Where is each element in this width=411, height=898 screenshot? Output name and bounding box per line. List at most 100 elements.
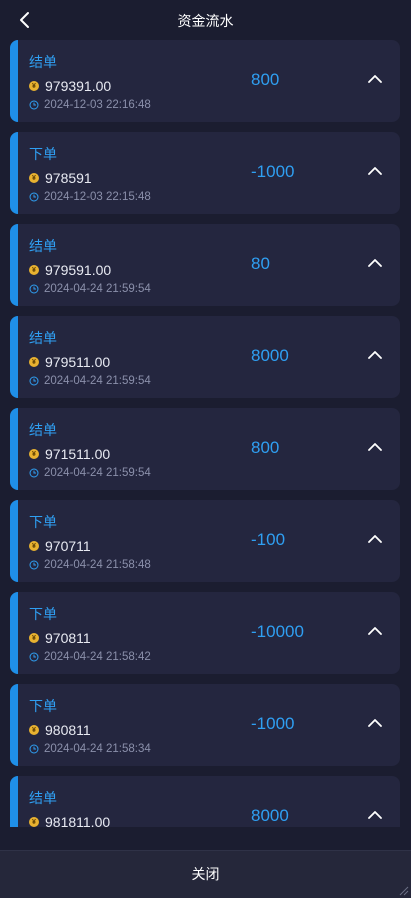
chevron-up-icon[interactable]	[365, 808, 385, 822]
resize-grip-icon[interactable]	[397, 884, 409, 896]
page-title: 资金流水	[177, 13, 234, 29]
balance-value: 978591	[45, 170, 92, 186]
chevron-up-icon[interactable]	[365, 256, 385, 270]
transaction-type: 结单	[29, 790, 57, 806]
coin-icon: ¥	[29, 81, 39, 91]
balance-value: 970711	[45, 538, 91, 554]
time-row: 2024-04-24 21:58:34	[29, 742, 151, 756]
card-accent-bar	[10, 408, 18, 490]
balance-value: 981811.00	[45, 814, 111, 827]
chevron-up-icon[interactable]	[365, 716, 385, 730]
transaction-card[interactable]: 结单 ¥ 979391.00 2024-12-03 22:16:48 800	[10, 40, 400, 122]
clock-icon	[29, 744, 39, 754]
amount-change: -1000	[251, 714, 295, 733]
chevron-up-icon[interactable]	[365, 624, 385, 638]
transaction-list[interactable]: 结单 ¥ 979391.00 2024-12-03 22:16:48 800 下…	[10, 40, 400, 827]
chevron-up-icon[interactable]	[365, 348, 385, 362]
transaction-type: 结单	[29, 422, 57, 438]
chevron-up-icon[interactable]	[365, 164, 385, 178]
amount-change: -100	[251, 530, 286, 549]
card-accent-bar	[10, 776, 18, 827]
transaction-time: 2024-12-03 22:16:48	[44, 99, 151, 111]
balance-value: 979591.00	[45, 262, 112, 278]
amount-change: 800	[251, 438, 280, 457]
transaction-card[interactable]: 下单 ¥ 970711 2024-04-24 21:58:48 -100	[10, 500, 400, 582]
balance-row: ¥ 970711	[29, 538, 91, 554]
amount-change: -10000	[251, 622, 304, 641]
amount-change: -1000	[251, 162, 295, 181]
coin-icon: ¥	[29, 725, 39, 735]
card-accent-bar	[10, 592, 18, 674]
clock-icon	[29, 100, 39, 110]
amount-change: 8000	[251, 346, 289, 365]
time-row: 2024-12-03 22:16:48	[29, 98, 151, 112]
chevron-up-icon[interactable]	[365, 532, 385, 546]
transaction-type: 下单	[29, 514, 57, 530]
transaction-card[interactable]: 结单 ¥ 979511.00 2024-04-24 21:59:54 8000	[10, 316, 400, 398]
amount-change: 800	[251, 70, 280, 89]
time-row: 2024-04-24 21:58:48	[29, 558, 151, 572]
amount-change: 8000	[251, 806, 289, 825]
transaction-card[interactable]: 结单 ¥ 981811.00 8000	[10, 776, 400, 827]
time-row: 2024-04-24 21:59:54	[29, 374, 151, 388]
transaction-type: 结单	[29, 54, 57, 70]
balance-value: 979391.00	[45, 78, 112, 94]
clock-icon	[29, 284, 39, 294]
time-row: 2024-04-24 21:59:54	[29, 466, 151, 480]
card-accent-bar	[10, 500, 18, 582]
transaction-time: 2024-04-24 21:58:42	[44, 651, 151, 663]
transaction-card[interactable]: 下单 ¥ 980811 2024-04-24 21:58:34 -1000	[10, 684, 400, 766]
amount-change: 80	[251, 254, 270, 273]
clock-icon	[29, 376, 39, 386]
transaction-card[interactable]: 结单 ¥ 971511.00 2024-04-24 21:59:54 800	[10, 408, 400, 490]
transaction-type: 结单	[29, 330, 57, 346]
transaction-time: 2024-04-24 21:59:54	[44, 467, 151, 479]
balance-value: 971511.00	[45, 446, 111, 462]
coin-icon: ¥	[29, 173, 39, 183]
transaction-time: 2024-04-24 21:59:54	[44, 375, 151, 387]
coin-icon: ¥	[29, 357, 39, 367]
balance-value: 979511.00	[45, 354, 111, 370]
card-accent-bar	[10, 224, 18, 306]
card-accent-bar	[10, 684, 18, 766]
coin-icon: ¥	[29, 633, 39, 643]
transaction-card[interactable]: 下单 ¥ 978591 2024-12-03 22:15:48 -1000	[10, 132, 400, 214]
balance-row: ¥ 970811	[29, 630, 91, 646]
coin-icon: ¥	[29, 541, 39, 551]
transaction-time: 2024-04-24 21:58:34	[44, 743, 151, 755]
clock-icon	[29, 560, 39, 570]
header-bar: 资金流水	[0, 0, 411, 40]
balance-value: 980811	[45, 722, 91, 738]
time-row: 2024-04-24 21:58:42	[29, 650, 151, 664]
balance-row: ¥ 979391.00	[29, 78, 111, 94]
transaction-time: 2024-12-03 22:15:48	[44, 191, 151, 203]
transaction-time: 2024-04-24 21:59:54	[44, 283, 151, 295]
chevron-up-icon[interactable]	[365, 72, 385, 86]
transaction-card[interactable]: 结单 ¥ 979591.00 2024-04-24 21:59:54 80	[10, 224, 400, 306]
transaction-type: 下单	[29, 146, 57, 162]
time-row: 2024-12-03 22:15:48	[29, 190, 151, 204]
time-row: 2024-04-24 21:59:54	[29, 282, 151, 296]
transaction-type: 下单	[29, 698, 57, 714]
coin-icon: ¥	[29, 817, 39, 827]
clock-icon	[29, 468, 39, 478]
clock-icon	[29, 652, 39, 662]
balance-value: 970811	[45, 630, 91, 646]
chevron-up-icon[interactable]	[365, 440, 385, 454]
transaction-time: 2024-04-24 21:58:48	[44, 559, 151, 571]
coin-icon: ¥	[29, 449, 39, 459]
transaction-type: 结单	[29, 238, 57, 254]
card-accent-bar	[10, 316, 18, 398]
balance-row: ¥ 981811.00	[29, 814, 110, 827]
balance-row: ¥ 979511.00	[29, 354, 110, 370]
transaction-card[interactable]: 下单 ¥ 970811 2024-04-24 21:58:42 -10000	[10, 592, 400, 674]
balance-row: ¥ 980811	[29, 722, 91, 738]
transaction-type: 下单	[29, 606, 57, 622]
clock-icon	[29, 192, 39, 202]
balance-row: ¥ 978591	[29, 170, 92, 186]
balance-row: ¥ 979591.00	[29, 262, 111, 278]
close-button[interactable]: 关闭	[0, 851, 411, 898]
card-accent-bar	[10, 132, 18, 214]
bottom-bar: 关闭	[0, 850, 411, 898]
coin-icon: ¥	[29, 265, 39, 275]
